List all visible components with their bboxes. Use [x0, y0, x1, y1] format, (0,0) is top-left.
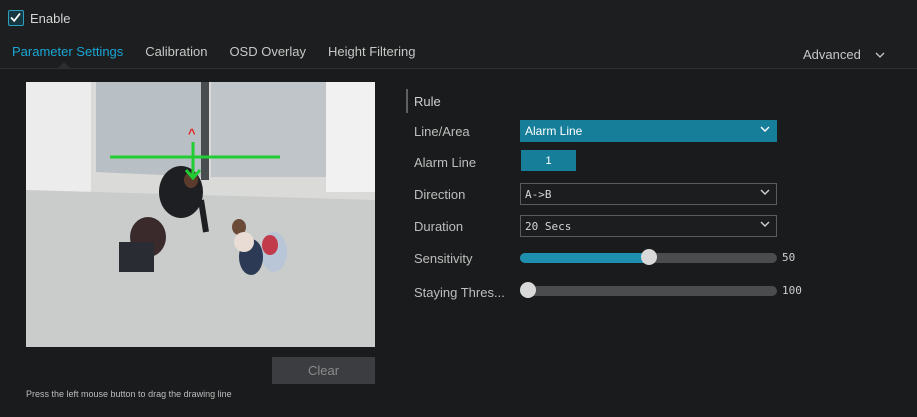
staying-threshold-value: 100 — [782, 284, 802, 297]
header-band — [0, 0, 917, 70]
enable-label: Enable — [30, 10, 71, 26]
sensitivity-slider-thumb[interactable] — [640, 249, 657, 265]
line-area-label: Line/Area — [414, 124, 470, 139]
enable-row[interactable]: Enable — [8, 10, 70, 26]
sensitivity-slider-fill — [520, 253, 649, 263]
rule-section-title: Rule — [414, 94, 441, 109]
drawing-hint: Press the left mouse button to drag the … — [26, 389, 232, 399]
camera-preview[interactable]: ^ — [26, 82, 375, 347]
staying-threshold-slider[interactable] — [520, 282, 777, 298]
staying-threshold-label: Staying Thres... — [414, 285, 505, 300]
direction-value: A->B — [525, 187, 552, 201]
direction-label: Direction — [414, 187, 466, 202]
duration-select[interactable]: 20 Secs — [520, 215, 777, 237]
enable-checkbox[interactable] — [8, 10, 24, 26]
chevron-down-icon — [760, 126, 770, 132]
tab-bar: Parameter Settings Calibration OSD Overl… — [12, 44, 437, 59]
clear-button[interactable]: Clear — [272, 357, 375, 384]
duration-value: 20 Secs — [525, 219, 572, 233]
line-area-value: Alarm Line — [525, 124, 583, 138]
duration-label: Duration — [414, 219, 464, 234]
advanced-label: Advanced — [803, 47, 861, 62]
tab-parameter-settings[interactable]: Parameter Settings — [12, 44, 123, 59]
sensitivity-label: Sensitivity — [414, 251, 473, 266]
direction-arrow-label: ^ — [188, 126, 196, 141]
sensitivity-value: 50 — [782, 251, 796, 264]
alarm-line-number-button[interactable]: 1 — [521, 150, 576, 171]
chevron-down-icon — [760, 189, 770, 195]
sensitivity-slider[interactable] — [520, 249, 777, 265]
alarm-line-label: Alarm Line — [414, 155, 477, 170]
chevron-down-icon — [760, 221, 770, 227]
line-area-select[interactable]: Alarm Line — [520, 120, 777, 142]
tabs-divider — [0, 68, 917, 69]
tab-height-filtering[interactable]: Height Filtering — [328, 44, 415, 59]
camera-scene — [26, 82, 375, 347]
direction-select[interactable]: A->B — [520, 183, 777, 205]
chevron-down-icon — [875, 52, 885, 58]
tab-calibration[interactable]: Calibration — [145, 44, 207, 59]
staying-threshold-slider-thumb[interactable] — [520, 282, 536, 298]
advanced-dropdown[interactable]: Advanced — [803, 47, 885, 62]
check-icon — [10, 12, 21, 23]
tab-osd-overlay[interactable]: OSD Overlay — [229, 44, 306, 59]
rule-section-marker — [406, 89, 408, 113]
